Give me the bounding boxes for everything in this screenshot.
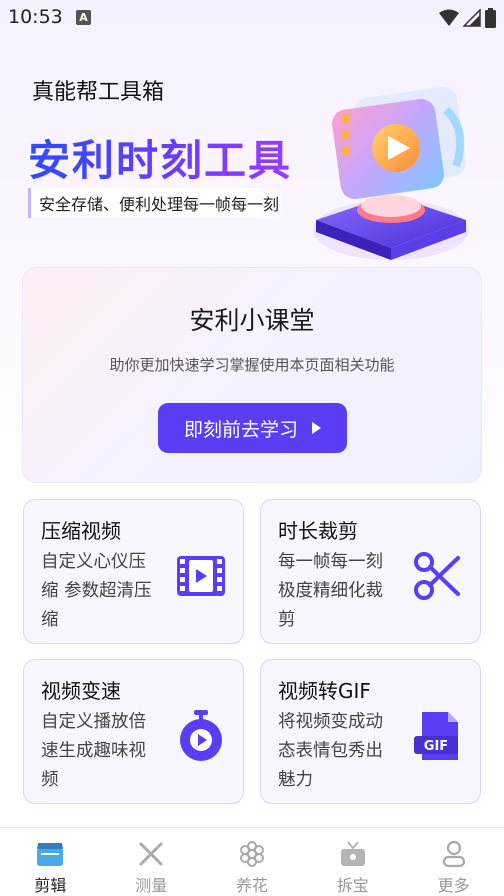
bottom-nav: 剪辑 测量 养花 拆宝 更多 xyxy=(0,827,504,896)
tool-title: 视频转GIF xyxy=(278,679,371,703)
tool-card-video-to-gif[interactable]: 视频转GIF 将视频变成动态表情包秀出魅力 GIF xyxy=(260,659,481,804)
flower-icon xyxy=(239,841,264,867)
nav-item-more[interactable]: 更多 xyxy=(403,828,504,896)
status-time: 10:53 xyxy=(8,6,63,28)
nav-label: 测量 xyxy=(135,876,168,895)
tool-title: 视频变速 xyxy=(41,679,121,703)
hero-title: 安利时刻工具 xyxy=(28,127,292,188)
nav-label: 更多 xyxy=(437,876,470,895)
hero-subtitle: 安全存储、便利处理每一帧每一刻 xyxy=(28,188,288,218)
stopwatch-icon xyxy=(180,710,222,761)
tool-description: 将视频变成动态表情包秀出魅力 xyxy=(278,712,383,790)
tool-description: 自定义播放倍速生成趣味视频 xyxy=(41,712,146,790)
start-learning-button[interactable]: 即刻前去学习 xyxy=(158,403,347,453)
nav-item-flowers[interactable]: 养花 xyxy=(202,828,303,896)
svg-text:GIF: GIF xyxy=(424,739,448,754)
nav-label: 拆宝 xyxy=(336,876,369,895)
tool-title: 时长裁剪 xyxy=(278,519,358,543)
app-name: 真能帮工具箱 xyxy=(32,80,165,105)
user-icon xyxy=(442,840,465,868)
nav-item-unbox[interactable]: 拆宝 xyxy=(302,828,403,896)
tool-card-trim-duration[interactable]: 时长裁剪 每一帧每一刻极度精细化裁剪 xyxy=(260,499,481,644)
lesson-card: 安利小课堂 助你更加快速学习掌握使用本页面相关功能 即刻前去学习 xyxy=(22,267,482,483)
film-icon xyxy=(177,556,225,596)
tool-card-video-speed[interactable]: 视频变速 自定义播放倍速生成趣味视频 xyxy=(23,659,244,804)
gif-file-icon: GIF xyxy=(414,712,458,760)
battery-icon xyxy=(485,8,496,28)
play-arrow-icon xyxy=(312,422,321,434)
nav-label: 剪辑 xyxy=(34,876,67,895)
tool-description: 每一帧每一刻极度精细化裁剪 xyxy=(278,552,383,630)
video-player-illustration xyxy=(313,87,469,260)
clapperboard-icon xyxy=(37,843,64,866)
start-learning-label: 即刻前去学习 xyxy=(183,418,298,441)
gift-box-icon xyxy=(340,841,365,866)
scissors-icon xyxy=(414,552,460,600)
tool-card-compress-video[interactable]: 压缩视频 自定义心仪压缩 参数超清压缩 xyxy=(23,499,244,644)
status-bar: 10:53 A xyxy=(0,0,504,36)
status-icons xyxy=(439,8,496,28)
wifi-icon xyxy=(439,9,459,26)
nav-item-measure[interactable]: 测量 xyxy=(101,828,202,896)
notification-icon: A xyxy=(76,10,91,25)
signal-icon xyxy=(463,9,481,27)
nav-label: 养花 xyxy=(235,876,268,895)
lesson-description: 助你更加快速学习掌握使用本页面相关功能 xyxy=(109,356,395,374)
nav-item-edit[interactable]: 剪辑 xyxy=(0,828,101,896)
tool-title: 压缩视频 xyxy=(41,519,121,543)
ruler-cross-icon xyxy=(139,842,163,866)
lesson-title: 安利小课堂 xyxy=(189,306,315,335)
tool-description: 自定义心仪压缩 参数超清压缩 xyxy=(41,552,152,630)
